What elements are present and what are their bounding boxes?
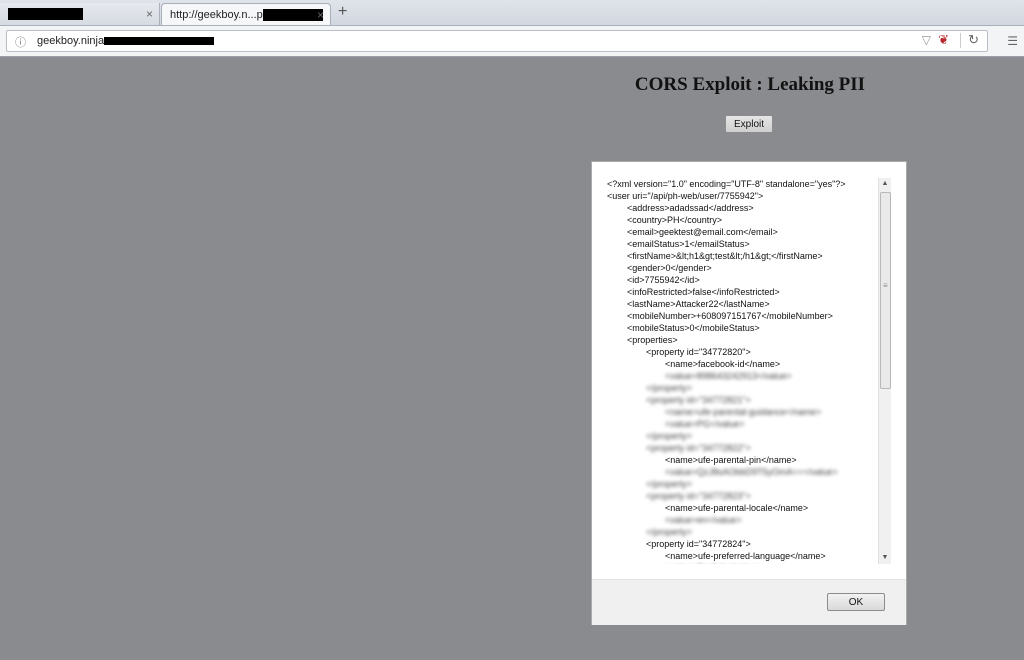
xml-line: <firstName>&lt;h1&gt;test&lt;/h1&gt;</fi… — [627, 251, 823, 261]
reload-icon[interactable]: ↻ — [968, 32, 979, 48]
xml-line: <country>PH</country> — [627, 215, 723, 225]
xml-line: <property id="34772823"> — [646, 491, 751, 501]
xml-line: <property id="34772821"> — [646, 395, 751, 405]
url-text: geekboy.ninja — [37, 35, 215, 47]
close-tab-icon[interactable]: × — [317, 8, 324, 22]
navigation-bar: ⓘ geekboy.ninja ▽ ❦ ↻ ☰ — [0, 26, 1024, 57]
xml-line: <?xml version="1.0" encoding="UTF-8" sta… — [607, 179, 846, 189]
xml-line: <infoRestricted>false</infoRestricted> — [627, 287, 780, 297]
xml-line: <value>898643242913</value> — [665, 371, 792, 381]
redacted-url-part — [104, 37, 215, 46]
info-icon[interactable]: ⓘ — [15, 34, 26, 50]
browser-tab-2[interactable]: http://geekboy.n...p × — [161, 3, 331, 25]
xml-line: <mobileStatus>0</mobileStatus> — [627, 323, 760, 333]
xml-line: <name>ufe-parental-guidance</name> — [665, 407, 822, 417]
xml-line: </property> — [646, 431, 693, 441]
feather-icon[interactable]: ❦ — [938, 32, 949, 48]
xml-line: <lastName>Attacker22</lastName> — [627, 299, 770, 309]
xml-line: <mobileNumber>+608097151767</mobileNumbe… — [627, 311, 833, 321]
xml-line: <value>English</value> — [607, 562, 879, 564]
xml-line: <emailStatus>1</emailStatus> — [627, 239, 750, 249]
xml-line: <id>7755942</id> — [627, 275, 700, 285]
xml-line: <property id="34772822"> — [646, 443, 751, 453]
bookmark-star-icon[interactable]: ▽ — [922, 33, 931, 47]
scroll-thumb[interactable]: ≡ — [880, 192, 891, 389]
tab-title: http://geekboy.n...p — [170, 9, 263, 21]
xml-line: </property> — [646, 527, 693, 537]
ok-button[interactable]: OK — [827, 593, 885, 611]
xml-line: <name>ufe-parental-locale</name> — [665, 503, 809, 513]
hamburger-menu-icon[interactable]: ☰ — [1007, 34, 1018, 48]
xml-line: <name>ufe-parental-pin</name> — [665, 455, 797, 465]
xml-line: <property id="34772820"> — [646, 347, 751, 357]
xml-line: </property> — [646, 479, 693, 489]
scroll-grip-icon: ≡ — [883, 281, 888, 290]
address-bar[interactable]: ⓘ geekboy.ninja ▽ ❦ ↻ — [6, 30, 988, 52]
xml-line: <gender>0</gender> — [627, 263, 712, 273]
xml-line: <user uri="/api/ph-web/user/7755942"> — [607, 191, 764, 201]
xml-line: <email>geektest@email.com</email> — [627, 227, 778, 237]
xml-line: <value>QzJ8sAObbD9T5yOmA==</value> — [665, 467, 838, 477]
xml-line: <name>facebook-id</name> — [665, 359, 781, 369]
browser-tab-1[interactable]: × — [0, 3, 160, 25]
close-tab-icon[interactable]: × — [146, 7, 153, 21]
xml-line: </property> — [646, 383, 693, 393]
scroll-down-arrow-icon[interactable]: ▼ — [879, 552, 891, 564]
exploit-button[interactable]: Exploit — [725, 115, 773, 133]
dialog-footer: OK — [592, 579, 906, 625]
dialog-scrollbar[interactable]: ▲ ≡ ▼ — [878, 178, 891, 564]
redacted-tab-title-part — [262, 9, 323, 22]
xml-line: <properties> — [627, 335, 678, 345]
xml-line: <address>adadssad</address> — [627, 203, 754, 213]
xml-line: <name>ufe-preferred-language</name> — [665, 551, 826, 561]
xml-line: <value>PG</value> — [665, 419, 745, 429]
redacted-tab-title — [8, 8, 83, 21]
alert-dialog: <?xml version="1.0" encoding="UTF-8" sta… — [591, 161, 907, 625]
scroll-up-arrow-icon[interactable]: ▲ — [879, 178, 891, 190]
xml-response-text: <?xml version="1.0" encoding="UTF-8" sta… — [607, 178, 879, 564]
xml-line: <property id="34772824"> — [646, 539, 751, 549]
page-title: CORS Exploit : Leaking PII — [634, 74, 866, 95]
tab-strip: × http://geekboy.n...p × + — [0, 0, 1024, 26]
address-bar-divider — [960, 33, 961, 48]
new-tab-button[interactable]: + — [338, 3, 347, 21]
xml-line: <value>en</value> — [665, 515, 742, 525]
